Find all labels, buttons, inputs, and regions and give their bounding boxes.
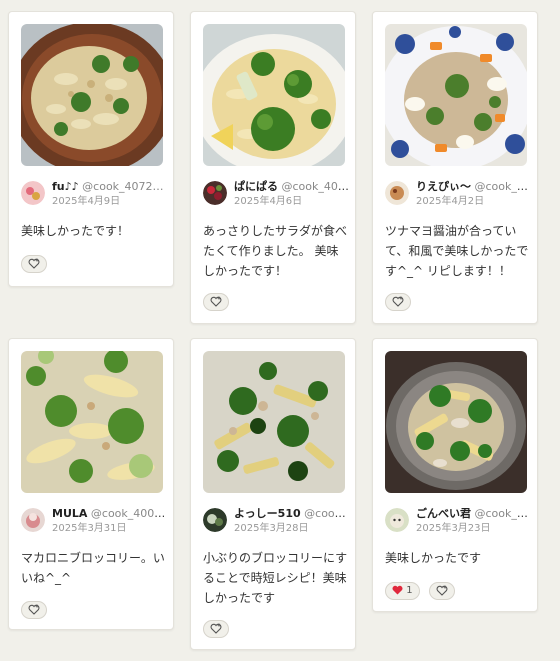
report-photo[interactable] bbox=[21, 351, 163, 493]
reaction-bar bbox=[203, 620, 233, 638]
report-comment: 美味しかったです！ bbox=[21, 224, 130, 238]
avatar[interactable] bbox=[21, 508, 45, 532]
author-names: MULA @cook_4004… bbox=[52, 506, 168, 521]
heart-plus-icon bbox=[392, 296, 404, 307]
report-date: 2025年4月9日 bbox=[52, 196, 121, 207]
author-names: ごんべい君 @cook_4… bbox=[416, 506, 532, 521]
report-card[interactable]: ぱにぱる @cook_405… 2025年4月6日 あっさりしたサラダが食べたく… bbox=[190, 11, 356, 324]
author-handle: @cook_405… bbox=[281, 180, 351, 193]
report-comment: あっさりしたサラダが食べたくて作りました。 美味しかったです！ bbox=[203, 224, 348, 278]
report-photo[interactable] bbox=[385, 351, 527, 493]
avatar[interactable] bbox=[203, 181, 227, 205]
heart-plus-icon bbox=[28, 258, 40, 269]
author-names: fu♪♪ @cook_4072… bbox=[52, 179, 168, 194]
reaction-bar bbox=[21, 255, 51, 273]
author[interactable]: ぱにぱる @cook_405… 2025年4月6日 bbox=[203, 179, 350, 211]
author-handle: @cook_4004… bbox=[90, 507, 168, 520]
author-handle: @cook_4… bbox=[474, 180, 533, 193]
heart-plus-icon bbox=[28, 604, 40, 615]
report-card[interactable]: MULA @cook_4004… 2025年3月31日 マカロニブロッコリー。い… bbox=[8, 338, 174, 630]
add-reaction-button[interactable] bbox=[428, 582, 455, 600]
report-comment: 小ぶりのブロッコリーにすることで時短レシピ！美味しかったです bbox=[203, 551, 348, 605]
author[interactable]: りえぴぃ〜 @cook_4… 2025年4月2日 bbox=[385, 179, 532, 211]
author-handle: @cook_4… bbox=[474, 507, 533, 520]
report-comment: ツナマヨ醤油が合っていて、和風で美味しかったです^_^ リピします！！ bbox=[385, 224, 529, 278]
author-name[interactable]: MULA bbox=[52, 507, 87, 520]
reaction-bar bbox=[203, 293, 233, 311]
reaction-bar bbox=[21, 601, 51, 619]
add-reaction-button[interactable] bbox=[21, 255, 47, 273]
add-reaction-button[interactable] bbox=[203, 293, 229, 311]
author-handle: @cook_… bbox=[304, 507, 350, 520]
report-card[interactable]: よっしー510 @cook_… 2025年3月28日 小ぶりのブロッコリーにする… bbox=[190, 338, 356, 650]
reaction-bar bbox=[385, 293, 415, 311]
avatar[interactable] bbox=[21, 181, 45, 205]
reaction-bar: 1 bbox=[385, 582, 459, 600]
reaction-heart-button[interactable]: 1 bbox=[385, 582, 420, 600]
author[interactable]: fu♪♪ @cook_4072… 2025年4月9日 bbox=[21, 179, 167, 211]
avatar[interactable] bbox=[385, 181, 409, 205]
author-names: よっしー510 @cook_… bbox=[234, 506, 350, 521]
reaction-count: 1 bbox=[406, 585, 413, 596]
author-name[interactable]: fu♪♪ bbox=[52, 180, 79, 193]
avatar[interactable] bbox=[385, 508, 409, 532]
report-date: 2025年3月31日 bbox=[52, 523, 127, 534]
author-name[interactable]: ごんべい君 bbox=[416, 507, 471, 520]
author-name[interactable]: よっしー510 bbox=[234, 507, 301, 520]
report-comment: マカロニブロッコリー。いいね^_^ bbox=[21, 551, 165, 585]
author[interactable]: ごんべい君 @cook_4… 2025年3月23日 bbox=[385, 506, 532, 538]
heart-plus-icon bbox=[210, 623, 222, 634]
report-date: 2025年4月6日 bbox=[234, 196, 303, 207]
author-name[interactable]: ぱにぱる bbox=[234, 180, 278, 193]
add-reaction-button[interactable] bbox=[21, 601, 47, 619]
add-reaction-button[interactable] bbox=[203, 620, 229, 638]
report-card[interactable]: りえぴぃ〜 @cook_4… 2025年4月2日 ツナマヨ醤油が合っていて、和風… bbox=[372, 11, 538, 324]
author[interactable]: MULA @cook_4004… 2025年3月31日 bbox=[21, 506, 168, 538]
report-photo[interactable] bbox=[203, 351, 345, 493]
report-photo[interactable] bbox=[203, 24, 345, 166]
report-date: 2025年3月23日 bbox=[416, 523, 491, 534]
author-handle: @cook_4072… bbox=[82, 180, 164, 193]
author-names: りえぴぃ〜 @cook_4… bbox=[416, 179, 532, 194]
report-date: 2025年4月2日 bbox=[416, 196, 485, 207]
heart-icon bbox=[392, 585, 403, 595]
avatar[interactable] bbox=[203, 508, 227, 532]
report-date: 2025年3月28日 bbox=[234, 523, 309, 534]
report-card[interactable]: ごんべい君 @cook_4… 2025年3月23日 美味しかったです 1 bbox=[372, 338, 538, 612]
author-names: ぱにぱる @cook_405… bbox=[234, 179, 350, 194]
report-card[interactable]: fu♪♪ @cook_4072… 2025年4月9日 美味しかったです！ bbox=[8, 11, 174, 287]
add-reaction-button[interactable] bbox=[385, 293, 411, 311]
author[interactable]: よっしー510 @cook_… 2025年3月28日 bbox=[203, 506, 350, 538]
heart-plus-icon bbox=[436, 585, 448, 596]
report-comment: 美味しかったです bbox=[385, 551, 482, 565]
report-photo[interactable] bbox=[385, 24, 527, 166]
heart-plus-icon bbox=[210, 296, 222, 307]
author-name[interactable]: りえぴぃ〜 bbox=[416, 180, 471, 193]
report-photo[interactable] bbox=[21, 24, 163, 166]
